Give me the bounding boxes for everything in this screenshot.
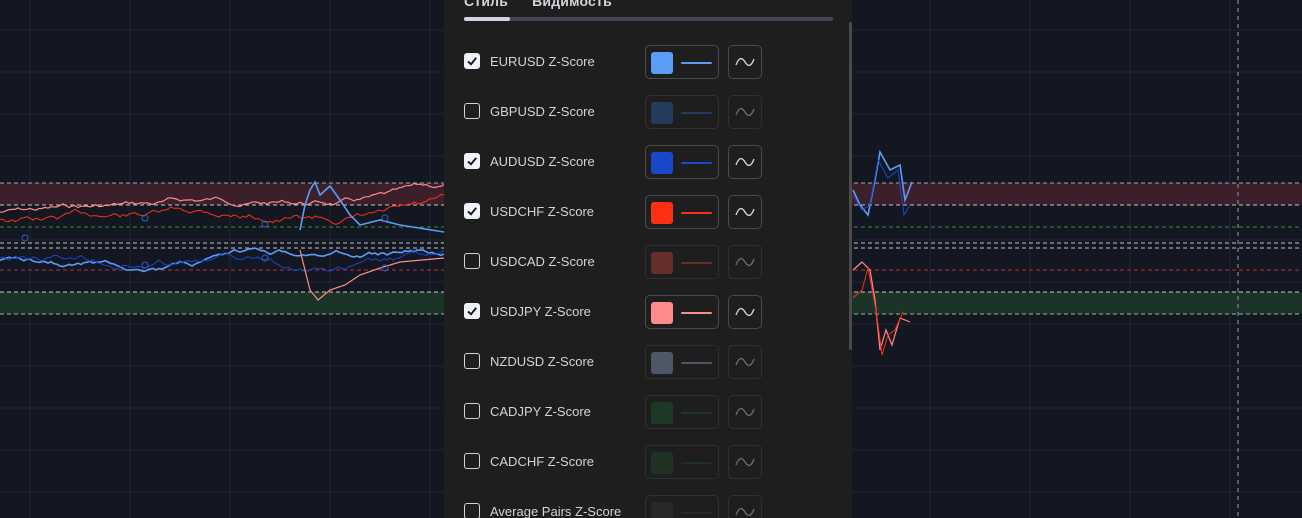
plot-style-button[interactable] (728, 495, 762, 518)
series-checkbox[interactable] (464, 453, 480, 469)
color-swatch (651, 202, 673, 224)
signal-marker (141, 214, 149, 222)
series-label: CADJPY Z-Score (490, 404, 591, 419)
series-label: EURUSD Z-Score (490, 54, 595, 69)
series-label: USDCHF Z-Score (490, 204, 595, 219)
line-preview (681, 62, 712, 64)
plot-style-button[interactable] (728, 145, 762, 179)
series-checkbox[interactable] (464, 53, 480, 69)
color-swatch (651, 102, 673, 124)
series-row-average-pairs: Average Pairs Z-Score (464, 495, 784, 518)
series-row-cadchf: CADCHF Z-Score (464, 445, 784, 479)
tab-visibility[interactable]: Видимость (532, 0, 612, 13)
color-picker-button[interactable] (645, 95, 719, 129)
line-preview (681, 362, 712, 364)
signal-marker (381, 214, 389, 222)
series-line-audusd (0, 249, 445, 272)
plot-style-button[interactable] (728, 445, 762, 479)
series-row-nzdusd: NZDUSD Z-Score (464, 345, 784, 379)
tab-style[interactable]: Стиль (464, 0, 508, 13)
color-picker-button[interactable] (645, 345, 719, 379)
line-style-icon (735, 357, 755, 367)
color-swatch (651, 152, 673, 174)
color-picker-button[interactable] (645, 145, 719, 179)
series-row-usdcad: USDCAD Z-Score (464, 245, 784, 279)
color-picker-button[interactable] (645, 445, 719, 479)
line-preview (681, 512, 712, 514)
checkmark-icon (467, 57, 477, 66)
color-swatch (651, 52, 673, 74)
plot-style-button[interactable] (728, 295, 762, 329)
series-row-usdchf: USDCHF Z-Score (464, 195, 784, 229)
active-tab-indicator (464, 17, 510, 21)
line-preview (681, 412, 712, 414)
series-label: AUDUSD Z-Score (490, 154, 595, 169)
line-preview (681, 262, 712, 264)
series-label: Average Pairs Z-Score (490, 504, 622, 518)
line-style-icon (735, 307, 755, 317)
plot-style-button[interactable] (728, 345, 762, 379)
plot-style-button[interactable] (728, 45, 762, 79)
plot-style-button[interactable] (728, 95, 762, 129)
series-row-cadjpy: CADJPY Z-Score (464, 395, 784, 429)
color-swatch (651, 252, 673, 274)
color-picker-button[interactable] (645, 45, 719, 79)
series-row-eurusd: EURUSD Z-Score (464, 45, 784, 79)
series-label: CADCHF Z-Score (490, 454, 595, 469)
line-preview (681, 162, 712, 164)
line-style-icon (735, 407, 755, 417)
scrollbar[interactable] (849, 22, 852, 350)
color-swatch (651, 502, 673, 518)
line-style-icon (735, 157, 755, 167)
checkmark-icon (467, 207, 477, 216)
color-picker-button[interactable] (645, 395, 719, 429)
series-checkbox[interactable] (464, 253, 480, 269)
series-checkbox[interactable] (464, 103, 480, 119)
signal-marker (141, 261, 149, 269)
plot-style-button[interactable] (728, 195, 762, 229)
series-checkbox[interactable] (464, 203, 480, 219)
series-label: NZDUSD Z-Score (490, 354, 595, 369)
color-swatch (651, 302, 673, 324)
series-checkbox[interactable] (464, 403, 480, 419)
checkmark-icon (467, 157, 477, 166)
color-swatch (651, 352, 673, 374)
line-style-icon (735, 457, 755, 467)
line-style-icon (735, 257, 755, 267)
tab-bar: Стиль Видимость (464, 0, 612, 13)
color-swatch (651, 402, 673, 424)
line-style-icon (735, 207, 755, 217)
line-style-icon (735, 57, 755, 67)
series-label: USDJPY Z-Score (490, 304, 591, 319)
plot-style-button[interactable] (728, 245, 762, 279)
color-picker-button[interactable] (645, 495, 719, 518)
color-picker-button[interactable] (645, 245, 719, 279)
series-checkbox[interactable] (464, 353, 480, 369)
series-row-audusd: AUDUSD Z-Score (464, 145, 784, 179)
tab-underline (464, 17, 833, 21)
line-preview (681, 312, 712, 314)
series-checkbox[interactable] (464, 503, 480, 518)
color-swatch (651, 452, 673, 474)
series-label: GBPUSD Z-Score (490, 104, 595, 119)
line-style-icon (735, 107, 755, 117)
line-preview (681, 212, 712, 214)
line-preview (681, 112, 712, 114)
line-style-icon (735, 507, 755, 517)
series-checkbox[interactable] (464, 303, 480, 319)
color-picker-button[interactable] (645, 295, 719, 329)
color-picker-button[interactable] (645, 195, 719, 229)
series-row-gbpusd: GBPUSD Z-Score (464, 95, 784, 129)
plot-style-button[interactable] (728, 395, 762, 429)
checkmark-icon (467, 307, 477, 316)
series-checkbox[interactable] (464, 153, 480, 169)
indicator-settings-dialog: Стиль Видимость EURUSD Z-Score GBPUSD Z-S… (444, 0, 852, 518)
series-row-usdjpy: USDJPY Z-Score (464, 295, 784, 329)
line-preview (681, 462, 712, 464)
series-label: USDCAD Z-Score (490, 254, 595, 269)
